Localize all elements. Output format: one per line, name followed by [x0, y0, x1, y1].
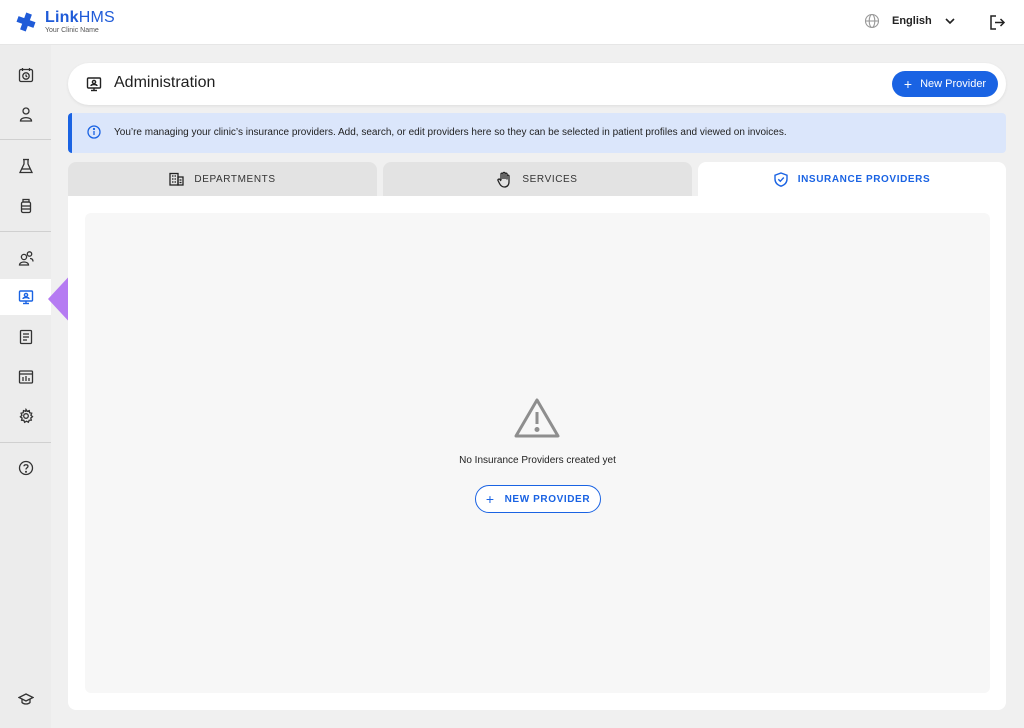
logo-cross-icon — [16, 12, 36, 32]
app-name: LinkHMS — [45, 9, 115, 26]
billing-document-icon — [19, 329, 32, 345]
page-header: Administration + New Provider — [68, 63, 1006, 105]
tab-departments-label: DEPARTMENTS — [194, 173, 276, 185]
top-bar: LinkHMS Your Clinic Name English — [0, 0, 1024, 45]
help-question-icon — [18, 460, 33, 476]
empty-state-message: No Insurance Providers created yet — [459, 455, 616, 466]
hand-icon — [497, 171, 511, 188]
education-cap-icon — [17, 693, 34, 705]
new-provider-empty-button-label: NEW PROVIDER — [504, 493, 591, 505]
sidebar-item-settings[interactable] — [0, 398, 51, 434]
sidebar-item-appointments[interactable] — [0, 57, 51, 93]
globe-icon — [864, 13, 880, 29]
tab-content: No Insurance Providers created yet + NEW… — [68, 196, 1006, 710]
new-provider-button[interactable]: + New Provider — [892, 71, 998, 97]
admin-tabs: DEPARTMENTS SERVICES INSURANCE PROVIDERS — [68, 162, 1006, 196]
staff-users-icon — [18, 251, 34, 266]
sidebar-item-help[interactable] — [0, 450, 51, 486]
sidebar-item-lab[interactable] — [0, 148, 51, 184]
sidebar-item-pharmacy[interactable] — [0, 188, 51, 224]
language-selector[interactable]: English — [864, 13, 956, 29]
sidebar-divider — [0, 139, 51, 140]
chevron-down-icon — [945, 18, 955, 25]
tab-insurance-providers-label: INSURANCE PROVIDERS — [797, 173, 931, 185]
administration-monitor-icon — [86, 77, 102, 92]
plus-icon: + — [903, 76, 913, 92]
sidebar-item-education[interactable] — [0, 681, 51, 717]
building-icon — [169, 172, 185, 186]
sidebar-divider — [0, 442, 51, 443]
tab-departments[interactable]: DEPARTMENTS — [68, 162, 377, 196]
settings-gear-icon — [18, 408, 34, 424]
sidebar-divider — [0, 231, 51, 232]
info-icon — [87, 125, 101, 139]
warning-triangle-icon — [514, 398, 560, 438]
new-provider-empty-button[interactable]: + NEW PROVIDER — [475, 485, 601, 513]
empty-state-panel: No Insurance Providers created yet + NEW… — [85, 213, 990, 693]
pharmacy-bottle-icon — [20, 198, 31, 214]
info-banner-text: You’re managing your clinic’s insurance … — [114, 127, 787, 138]
info-banner: You’re managing your clinic’s insurance … — [68, 113, 1006, 153]
sidebar — [0, 45, 51, 728]
sidebar-item-reports[interactable] — [0, 359, 51, 395]
administration-monitor-icon — [18, 290, 33, 305]
tab-insurance-providers[interactable]: INSURANCE PROVIDERS — [698, 162, 1006, 196]
appointments-clock-icon — [18, 68, 33, 83]
sidebar-item-patients[interactable] — [0, 96, 51, 132]
shield-check-icon — [774, 171, 788, 187]
lab-flask-icon — [18, 158, 33, 174]
new-provider-button-label: New Provider — [920, 78, 987, 90]
logout-icon[interactable] — [989, 14, 1006, 31]
reports-chart-icon — [18, 370, 33, 384]
clinic-name: Your Clinic Name — [45, 27, 99, 34]
language-label: English — [892, 15, 932, 27]
plus-icon: + — [485, 491, 495, 507]
tab-services[interactable]: SERVICES — [383, 162, 692, 196]
tab-services-label: SERVICES — [522, 173, 578, 185]
page-title: Administration — [114, 74, 216, 91]
patient-person-icon — [19, 107, 32, 122]
app-logo[interactable]: LinkHMS Your Clinic Name — [16, 10, 115, 34]
